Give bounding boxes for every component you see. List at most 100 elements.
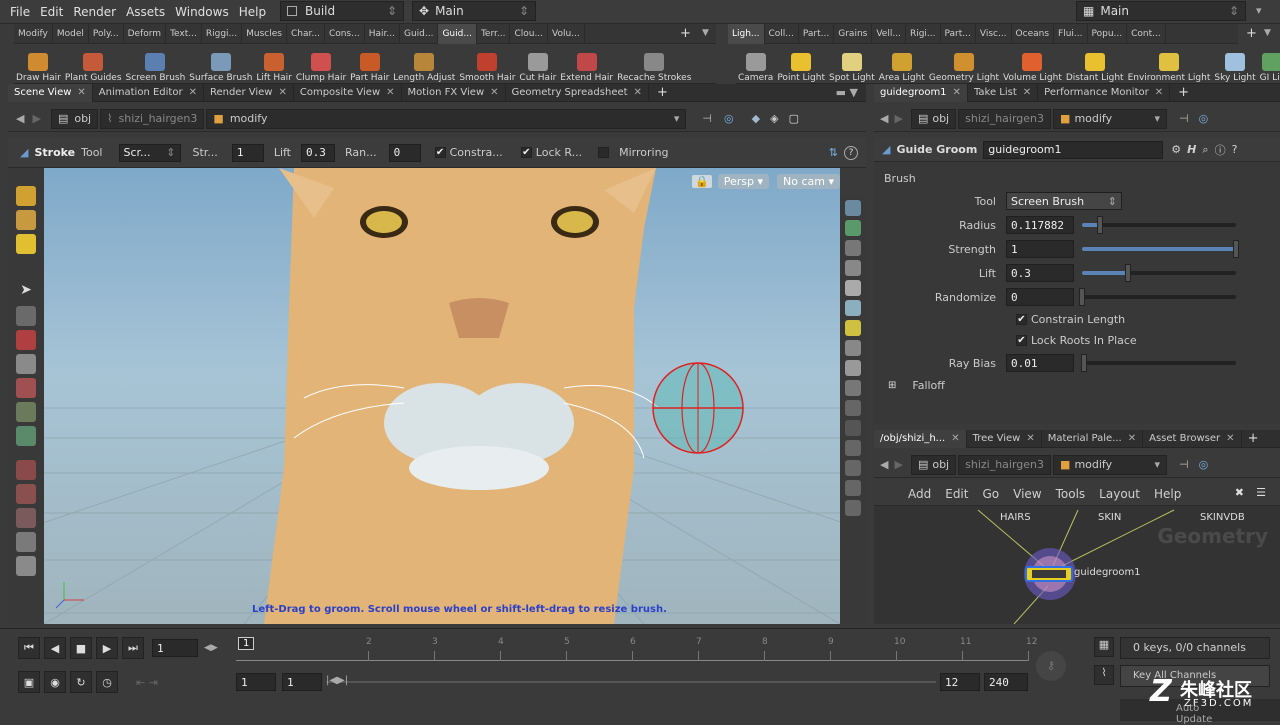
vis-icon[interactable] bbox=[845, 380, 861, 396]
help-h-icon[interactable]: H bbox=[1187, 143, 1196, 156]
pane-tab[interactable]: Asset Browser ✕ bbox=[1143, 429, 1242, 448]
falloff-folder[interactable]: ⊞ Falloff bbox=[874, 375, 1280, 392]
forward-arrow-icon[interactable]: ▶ bbox=[894, 112, 902, 125]
path-node[interactable]: ■ modify ▾ bbox=[1053, 454, 1168, 475]
shelf-tab[interactable]: Flui... bbox=[1054, 23, 1088, 44]
close-icon[interactable]: ✕ bbox=[1155, 87, 1163, 98]
node-skin[interactable]: SKIN bbox=[1098, 512, 1121, 523]
shelf-tool-smooth-hair[interactable]: Smooth Hair bbox=[457, 45, 517, 83]
lock-camera-icon[interactable]: 🔒 bbox=[692, 175, 712, 188]
scene-viewport[interactable]: 🔒 Persp ▾ No cam ▾ Left-Drag to groom. S… bbox=[44, 168, 840, 624]
strength-param-field[interactable]: 1 bbox=[1006, 240, 1074, 258]
step-icon[interactable]: ◀▶ bbox=[204, 643, 218, 653]
shelf-tab[interactable]: Model bbox=[53, 23, 89, 44]
network-menu-view[interactable]: View bbox=[1013, 487, 1041, 501]
light-icon[interactable] bbox=[845, 300, 861, 316]
gear-icon[interactable]: ⚙ bbox=[1171, 143, 1181, 156]
shelf-tool-point-light[interactable]: Point Light bbox=[775, 45, 827, 83]
realtime-button[interactable]: ◷ bbox=[96, 671, 118, 693]
shelf-tab[interactable]: Modify bbox=[14, 23, 53, 44]
points-icon[interactable] bbox=[845, 340, 861, 356]
pane-menu-icon[interactable]: ▬ ▼ bbox=[836, 86, 858, 99]
number-icon[interactable] bbox=[845, 480, 861, 496]
shelf-tool-screen-brush[interactable]: Screen Brush bbox=[124, 45, 188, 83]
pane-tab[interactable]: Performance Monitor ✕ bbox=[1038, 83, 1171, 102]
back-arrow-icon[interactable]: ◀ bbox=[16, 112, 24, 125]
key-icon[interactable]: ⚷ bbox=[1036, 651, 1066, 681]
pane-tab[interactable]: Geometry Spreadsheet ✕ bbox=[506, 83, 649, 102]
chevron-down-icon[interactable]: ▾ bbox=[1256, 4, 1262, 17]
close-icon[interactable]: ✕ bbox=[951, 433, 959, 444]
shelf-tool-surface-brush[interactable]: Surface Brush bbox=[187, 45, 254, 83]
layer-icon[interactable] bbox=[16, 532, 36, 552]
ray-bias-slider[interactable] bbox=[1080, 354, 1236, 372]
handle-icon[interactable] bbox=[16, 460, 36, 480]
randomize-param-field[interactable]: 0 bbox=[1006, 288, 1074, 306]
menu-windows[interactable]: Windows bbox=[175, 5, 229, 19]
pane-tab[interactable]: Take List ✕ bbox=[968, 83, 1039, 102]
add-tab-icon[interactable]: + bbox=[1178, 85, 1189, 100]
bulb-icon[interactable] bbox=[845, 320, 861, 336]
wireframe-icon[interactable] bbox=[845, 280, 861, 296]
shelf-tab[interactable]: Char... bbox=[287, 23, 325, 44]
close-icon[interactable]: ✕ bbox=[634, 87, 642, 98]
shelf-tool-draw-hair[interactable]: Draw Hair bbox=[14, 45, 63, 83]
shelf-tool-clump-hair[interactable]: Clump Hair bbox=[294, 45, 348, 83]
help-icon[interactable]: ? bbox=[844, 145, 858, 160]
node-hairs[interactable]: HAIRS bbox=[1000, 512, 1031, 523]
shelf-tool-length-adjust[interactable]: Length Adjust bbox=[391, 45, 457, 83]
lock-roots-checkbox[interactable]: ✔ bbox=[520, 147, 532, 158]
strength-field[interactable]: 1 bbox=[231, 143, 264, 162]
time-ruler[interactable]: 1 2 3 4 5 6 7 8 9 10 11 12 bbox=[236, 637, 1037, 661]
network-menu-go[interactable]: Go bbox=[982, 487, 999, 501]
shelf-tab[interactable]: Part... bbox=[799, 23, 835, 44]
shelf-tool-distant-light[interactable]: Distant Light bbox=[1064, 45, 1126, 83]
flag-icon[interactable] bbox=[845, 500, 861, 516]
right-main-dropdown[interactable]: ▦ Main ⇕ bbox=[1076, 1, 1246, 21]
shelf-tab[interactable]: Oceans bbox=[1012, 23, 1055, 44]
shelf-tab[interactable]: Part... bbox=[941, 23, 976, 44]
tool-param-select[interactable]: Screen Brush ⇕ bbox=[1006, 192, 1122, 210]
channel-list-icon[interactable]: ▦ bbox=[1094, 637, 1114, 657]
pane-tab[interactable]: guidegroom1 ✕ bbox=[874, 83, 968, 102]
pane-tab[interactable]: Tree View ✕ bbox=[967, 429, 1042, 448]
network-menu-tools[interactable]: Tools bbox=[1056, 487, 1086, 501]
audio-button[interactable]: ◉ bbox=[44, 671, 66, 693]
list-icon[interactable]: ☰ bbox=[1256, 486, 1266, 499]
mirroring-checkbox[interactable] bbox=[598, 147, 610, 158]
shelf-tool-area-light[interactable]: Area Light bbox=[877, 45, 927, 83]
network-menu-help[interactable]: Help bbox=[1154, 487, 1181, 501]
stop-button[interactable]: ■ bbox=[70, 637, 92, 659]
shelf-tool-recache-strokes[interactable]: Recache Strokes bbox=[615, 45, 693, 83]
radius-knob[interactable] bbox=[1097, 216, 1104, 234]
pin-icon[interactable]: ⊣ bbox=[1179, 458, 1189, 471]
desktop-build-dropdown[interactable]: Build ⇕ bbox=[280, 1, 404, 21]
radius-field[interactable]: 0.117882 bbox=[1006, 216, 1074, 234]
magnet-icon[interactable] bbox=[16, 378, 36, 398]
play-reverse-button[interactable]: ◀ bbox=[44, 637, 66, 659]
shelf-tool-spot-light[interactable]: Spot Light bbox=[827, 45, 877, 83]
link-icon[interactable]: ◎ bbox=[724, 112, 734, 125]
path-node[interactable]: ■ modify ▾ bbox=[1053, 108, 1168, 129]
close-icon[interactable]: ✕ bbox=[278, 87, 286, 98]
graph-icon[interactable]: ⌇ bbox=[1094, 665, 1114, 685]
shelf-tool-plant-guides[interactable]: Plant Guides bbox=[63, 45, 124, 83]
point-icon[interactable] bbox=[16, 508, 36, 528]
shelf-tool-environment-light[interactable]: Environment Light bbox=[1126, 45, 1213, 83]
ray-bias-field[interactable]: 0.01 bbox=[1006, 354, 1074, 372]
shelf-tab[interactable]: Text... bbox=[166, 23, 202, 44]
node-name-field[interactable]: guidegroom1 bbox=[983, 140, 1164, 159]
lift-slider[interactable] bbox=[1082, 264, 1236, 282]
shelf-tool-part-hair[interactable]: Part Hair bbox=[348, 45, 391, 83]
cube-icon[interactable]: ◆ bbox=[752, 112, 760, 125]
shading-icon[interactable] bbox=[845, 220, 861, 236]
add-tab-icon[interactable]: + bbox=[1248, 431, 1259, 446]
normals-icon[interactable] bbox=[845, 400, 861, 416]
shelf-tool-gi-lig[interactable]: GI Lig bbox=[1258, 45, 1280, 83]
shelf-tab[interactable]: Cons... bbox=[325, 23, 365, 44]
display-icon[interactable]: ◈ bbox=[770, 112, 778, 125]
network-menu-add[interactable]: Add bbox=[908, 487, 931, 501]
lift-field[interactable]: 0.3 bbox=[301, 143, 335, 162]
randomize-knob[interactable] bbox=[1079, 288, 1085, 306]
constrain-length-checkbox[interactable]: ✔ bbox=[1016, 314, 1027, 325]
